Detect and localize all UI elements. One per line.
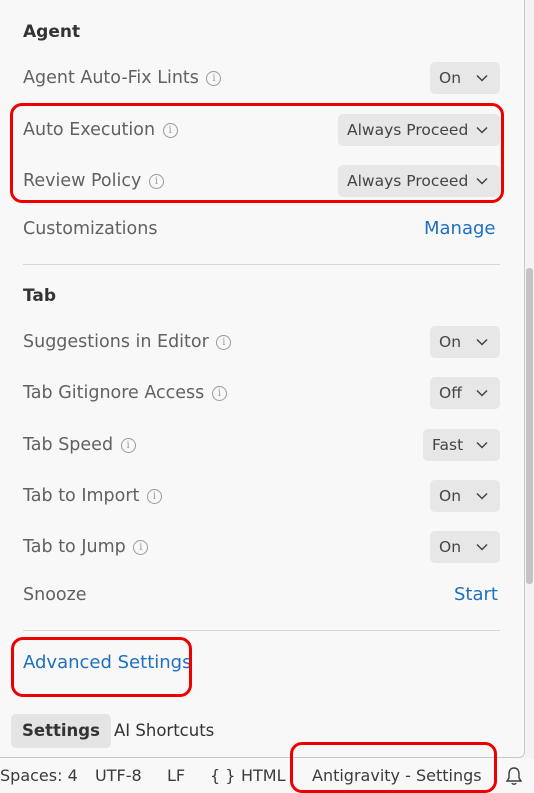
- setting-label: Tab Gitignore Access: [23, 383, 205, 403]
- advanced-settings-link[interactable]: Advanced Settings: [23, 652, 191, 673]
- setting-label: Snooze: [23, 585, 87, 605]
- setting-row-tab-to-import: Tab to Import i On: [0, 478, 520, 514]
- section-title-tab: Tab: [23, 286, 57, 306]
- info-icon[interactable]: i: [211, 386, 227, 401]
- vertical-scrollbar[interactable]: [525, 0, 534, 758]
- setting-label: Suggestions in Editor: [23, 332, 209, 352]
- setting-row-tab-to-jump: Tab to Jump i On: [0, 529, 520, 565]
- setting-label: Customizations: [23, 219, 158, 239]
- section-title-agent: Agent: [23, 22, 81, 42]
- divider: [23, 264, 500, 265]
- setting-row-agent-auto-fix-lints: Agent Auto-Fix Lints i On: [0, 60, 520, 96]
- tab-to-jump-dropdown[interactable]: On: [430, 531, 500, 563]
- setting-row-customizations: Customizations Manage: [0, 211, 520, 247]
- bell-icon[interactable]: [504, 766, 524, 787]
- snooze-start-link[interactable]: Start: [454, 577, 498, 613]
- setting-label: Review Policy: [23, 171, 142, 191]
- manage-link[interactable]: Manage: [424, 211, 496, 247]
- chevron-down-icon: [476, 177, 488, 185]
- setting-label: Tab to Import: [23, 486, 140, 506]
- chevron-down-icon: [476, 492, 488, 500]
- info-icon[interactable]: i: [120, 438, 136, 453]
- status-line-ending[interactable]: LF: [167, 759, 185, 793]
- agent-auto-fix-lints-dropdown[interactable]: On: [430, 62, 500, 94]
- settings-panel: Agent Agent Auto-Fix Lints i On Auto Exe…: [0, 0, 525, 758]
- chevron-down-icon: [476, 126, 488, 134]
- chevron-down-icon: [476, 441, 488, 449]
- tab-gitignore-access-dropdown[interactable]: Off: [430, 377, 500, 409]
- setting-row-tab-speed: Tab Speed i Fast: [0, 427, 520, 463]
- setting-row-review-policy: Review Policy i Always Proceed: [0, 163, 520, 199]
- status-indentation[interactable]: Spaces: 4: [0, 759, 78, 793]
- info-icon[interactable]: i: [146, 489, 162, 504]
- status-bar: Spaces: 4 UTF-8 LF { } HTML Antigravity …: [0, 759, 534, 793]
- setting-label: Agent Auto-Fix Lints: [23, 68, 199, 88]
- info-icon[interactable]: i: [148, 174, 164, 189]
- tab-ai-shortcuts[interactable]: AI Shortcuts: [103, 714, 225, 748]
- setting-label: Auto Execution: [23, 120, 156, 140]
- info-icon[interactable]: i: [206, 71, 222, 86]
- suggestions-in-editor-dropdown[interactable]: On: [430, 326, 500, 358]
- info-icon[interactable]: i: [162, 123, 178, 138]
- tab-speed-dropdown[interactable]: Fast: [423, 429, 500, 461]
- auto-execution-dropdown[interactable]: Always Proceed: [338, 114, 500, 146]
- chevron-down-icon: [476, 389, 488, 397]
- chevron-down-icon: [476, 543, 488, 551]
- setting-row-auto-execution: Auto Execution i Always Proceed: [0, 112, 520, 148]
- setting-label: Tab Speed: [23, 435, 114, 455]
- setting-label: Tab to Jump: [23, 537, 126, 557]
- tab-settings[interactable]: Settings: [11, 714, 111, 748]
- setting-row-tab-gitignore-access: Tab Gitignore Access i Off: [0, 375, 520, 411]
- chevron-down-icon: [476, 338, 488, 346]
- divider: [23, 630, 500, 631]
- braces-icon[interactable]: { }: [210, 759, 235, 793]
- status-window-title[interactable]: Antigravity - Settings: [312, 759, 482, 793]
- chevron-down-icon: [476, 74, 488, 82]
- info-icon[interactable]: i: [133, 540, 149, 555]
- setting-row-suggestions-in-editor: Suggestions in Editor i On: [0, 324, 520, 360]
- status-encoding[interactable]: UTF-8: [95, 759, 142, 793]
- review-policy-dropdown[interactable]: Always Proceed: [338, 165, 500, 197]
- status-language[interactable]: HTML: [241, 759, 286, 793]
- scrollbar-thumb[interactable]: [526, 268, 533, 584]
- info-icon[interactable]: i: [216, 335, 232, 350]
- tab-to-import-dropdown[interactable]: On: [430, 480, 500, 512]
- setting-row-snooze: Snooze Start: [0, 577, 520, 613]
